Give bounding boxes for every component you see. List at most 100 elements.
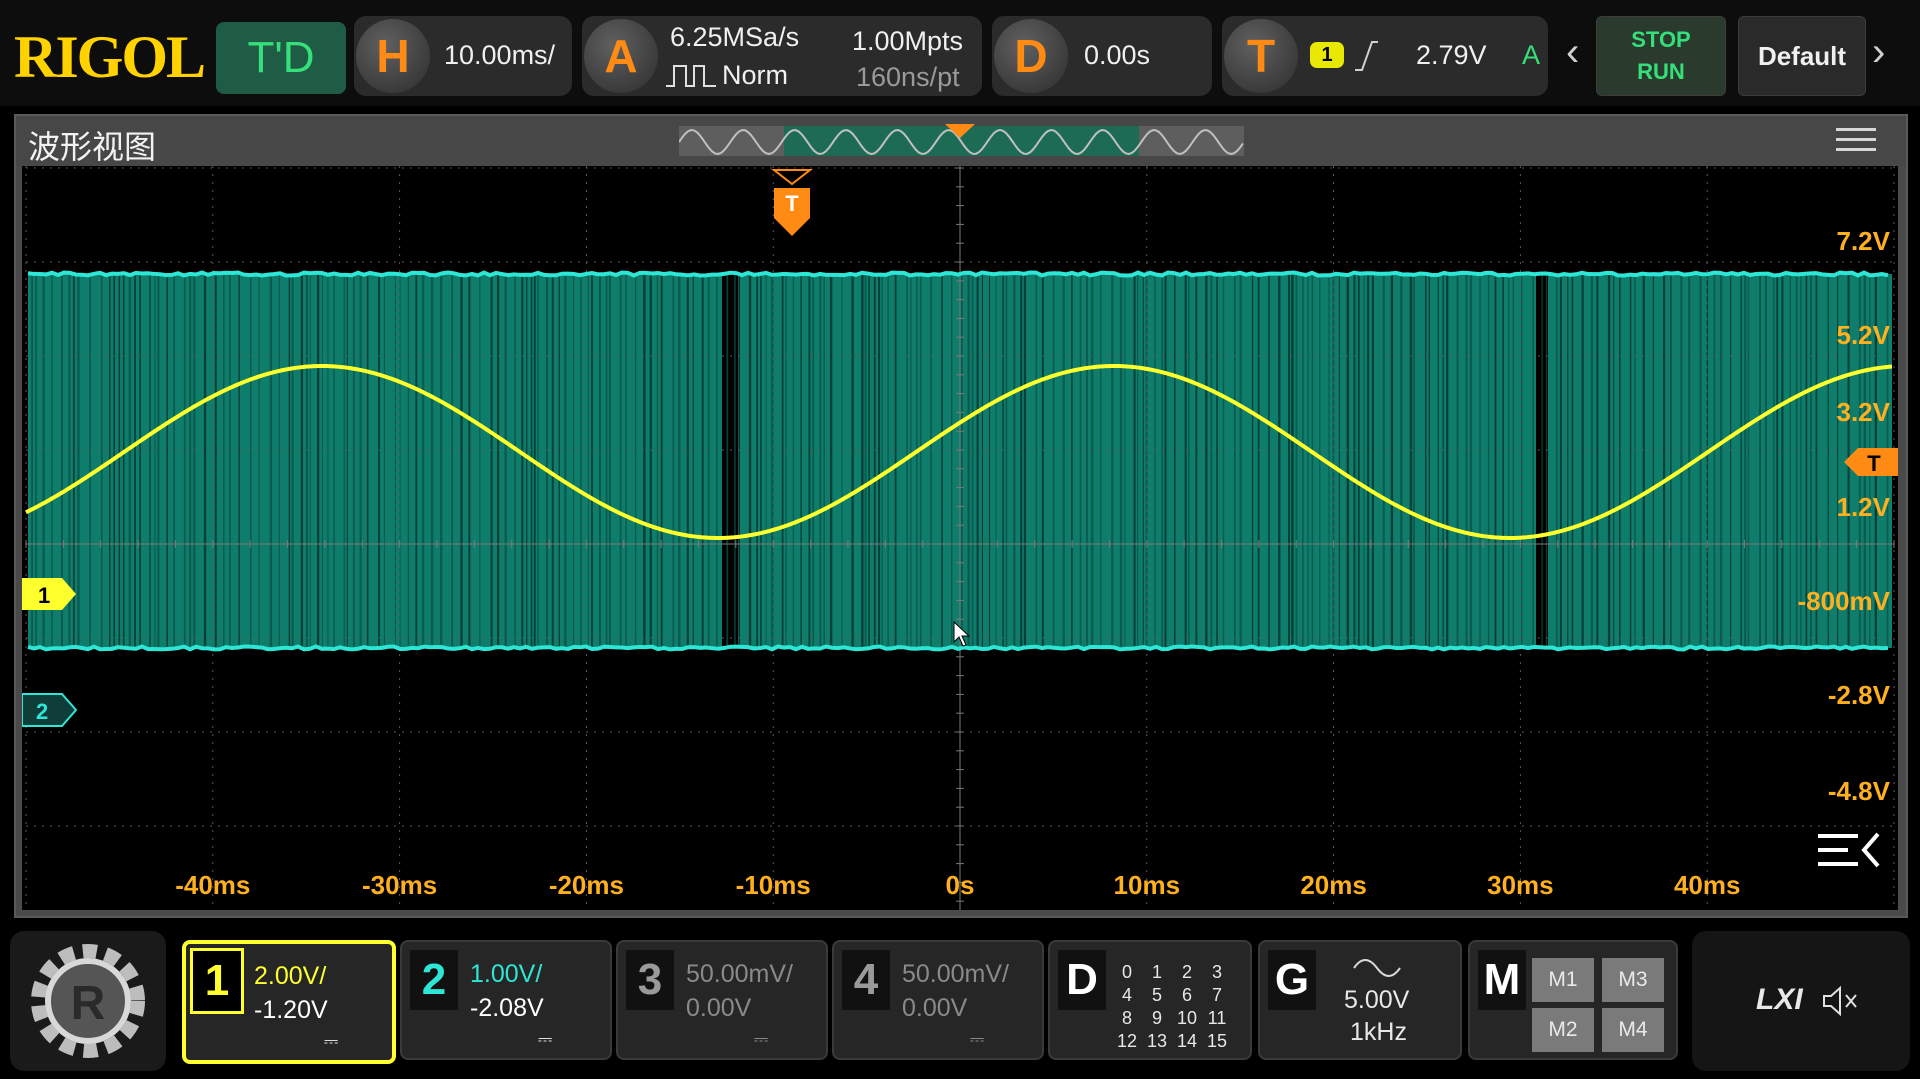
- ch4-number: 4: [842, 950, 890, 1010]
- memory-overview-bar[interactable]: [679, 124, 1244, 158]
- acquire-icon[interactable]: A: [584, 19, 658, 93]
- channel-2-panel[interactable]: 2 1.00V/ -2.08V ⎓: [400, 940, 612, 1060]
- delay-icon[interactable]: D: [994, 19, 1068, 93]
- collapse-menu-icon[interactable]: [1818, 832, 1880, 868]
- trigger-icon[interactable]: T: [1224, 19, 1298, 93]
- digital-bit: 15: [1206, 1031, 1228, 1051]
- timebase-value: 10.00ms/: [444, 40, 556, 70]
- horizontal-panel[interactable]: H 10.00ms/: [354, 16, 572, 96]
- y-axis-label: 1.2V: [1837, 492, 1891, 522]
- digital-bit: 9: [1151, 1008, 1162, 1028]
- trigger-time-marker[interactable]: T: [771, 169, 813, 236]
- digital-bit: 6: [1181, 985, 1192, 1005]
- ch2-scale: 1.00V/: [470, 960, 543, 988]
- acquire-mode-icon: [666, 65, 716, 87]
- ch3-offset: 0.00V: [686, 994, 752, 1022]
- y-axis-label: 5.2V: [1837, 320, 1891, 350]
- digital-bit: 5: [1151, 985, 1162, 1005]
- digital-bit: 10: [1176, 1008, 1198, 1028]
- sine-wave-icon: [1353, 959, 1401, 977]
- ch3-number: 3: [626, 950, 674, 1010]
- speaker-muted-icon[interactable]: [1820, 985, 1860, 1017]
- ch1-scale: 2.00V/: [254, 962, 327, 990]
- ch1-offset: -1.20V: [254, 996, 328, 1024]
- digital-bit: 3: [1211, 962, 1222, 982]
- y-axis-label: -4.8V: [1828, 776, 1891, 806]
- svg-text:1: 1: [38, 583, 50, 608]
- top-bar: RIGOL T'D H 10.00ms/ A 6.25MSa/s Norm 1.…: [0, 0, 1920, 106]
- memory-depth: 1.00Mpts: [852, 26, 964, 56]
- acquire-mode: Norm: [722, 60, 788, 90]
- ch4-scale: 50.00mV/: [902, 960, 1010, 988]
- svg-text:2: 2: [36, 699, 48, 724]
- trigger-level: 2.79V: [1416, 40, 1487, 70]
- x-axis-label: 20ms: [1300, 870, 1367, 900]
- y-axis-label: 7.2V: [1837, 226, 1891, 256]
- dc-coupling-icon: ⎓: [969, 1029, 985, 1049]
- svg-text:T: T: [785, 191, 799, 216]
- rising-edge-icon: [1355, 41, 1378, 71]
- chevron-left-icon[interactable]: ‹: [1566, 30, 1579, 75]
- digital-bit: 4: [1121, 985, 1132, 1005]
- run-label: RUN: [1637, 59, 1685, 84]
- channel-4-panel[interactable]: 4 50.00mV/ 0.00V ⎓: [832, 940, 1044, 1060]
- digital-bit: 13: [1146, 1031, 1168, 1051]
- y-axis-label: -2.8V: [1828, 680, 1891, 710]
- math-panel[interactable]: M M1 M3 M2 M4: [1468, 940, 1678, 1060]
- lxi-icon[interactable]: LXI: [1756, 983, 1803, 1017]
- delay-panel[interactable]: D 0.00s: [992, 16, 1212, 96]
- time-per-point: 160ns/pt: [856, 62, 960, 92]
- dc-coupling-icon: ⎓: [537, 1029, 553, 1049]
- math-m2-button[interactable]: M2: [1532, 1008, 1594, 1052]
- waveform-plot[interactable]: T T 1 2 7.2V 5.2V 3.2V 1.2V -800mV -2.8V -4.8V…: [21, 166, 1898, 921]
- home-button[interactable]: R: [10, 931, 166, 1071]
- digital-bit: 8: [1121, 1008, 1132, 1028]
- digital-bit: 7: [1211, 985, 1222, 1005]
- digital-bit: 2: [1181, 962, 1192, 982]
- digital-bit: 12: [1116, 1031, 1138, 1051]
- status-panel: LXI: [1692, 931, 1910, 1071]
- waveform-title: 波形视图: [28, 129, 157, 165]
- channel-3-panel[interactable]: 3 50.00mV/ 0.00V ⎓: [616, 940, 828, 1060]
- x-axis-label: -20ms: [549, 870, 624, 900]
- y-axis-label: -800mV: [1798, 586, 1891, 616]
- digital-panel[interactable]: D 0 1 2 3 4 5 6 7 8 9 10 11 12 13 14 15: [1048, 940, 1252, 1060]
- x-axis-label: -40ms: [175, 870, 250, 900]
- math-m3-button[interactable]: M3: [1602, 958, 1664, 1002]
- math-m1-button[interactable]: M1: [1532, 958, 1594, 1002]
- stop-label: STOP: [1631, 27, 1691, 52]
- dc-coupling-icon: ⎓: [323, 1031, 339, 1051]
- trigger-panel[interactable]: T 1 2.79V A: [1222, 16, 1548, 96]
- sample-rate: 6.25MSa/s: [670, 22, 800, 52]
- stop-run-button[interactable]: STOP RUN: [1596, 16, 1726, 96]
- default-button[interactable]: Default: [1738, 16, 1866, 96]
- waveform-canvas[interactable]: T T 1 2 7.2V 5.2V 3.2V 1.2V -800mV -2.8V -4.8V…: [21, 166, 1898, 921]
- gear-icon: R: [31, 944, 145, 1058]
- generator-panel[interactable]: G 5.00V 1kHz: [1258, 940, 1462, 1060]
- svg-text:R: R: [71, 977, 106, 1030]
- svg-text:T: T: [1867, 451, 1881, 476]
- ch3-scale: 50.00mV/: [686, 960, 794, 988]
- ch2-offset-marker[interactable]: 2: [21, 693, 78, 727]
- generator-amplitude: 5.00V: [1344, 986, 1410, 1014]
- chevron-right-icon[interactable]: ›: [1872, 30, 1885, 75]
- x-axis-label: 10ms: [1114, 870, 1181, 900]
- ch1-number: 1: [190, 948, 244, 1014]
- digital-bit: 1: [1151, 962, 1162, 982]
- channel-1-panel[interactable]: 1 2.00V/ -1.20V ⎓: [182, 940, 396, 1064]
- menu-icon[interactable]: [1836, 128, 1876, 154]
- trigger-sweep-mode: A: [1522, 40, 1541, 70]
- math-m4-button[interactable]: M4: [1602, 1008, 1664, 1052]
- x-axis-label: -30ms: [362, 870, 437, 900]
- x-axis-label: 0s: [946, 870, 975, 900]
- digital-bit: 0: [1121, 962, 1132, 982]
- ch2-offset: -2.08V: [470, 994, 544, 1022]
- digital-bit-grid: 0 1 2 3 4 5 6 7 8 9 10 11 12 13 14 15: [1112, 962, 1232, 1052]
- x-axis-label: 30ms: [1487, 870, 1554, 900]
- trigger-source-badge: 1: [1310, 42, 1344, 68]
- dc-coupling-icon: ⎓: [753, 1029, 769, 1049]
- digital-bit: 14: [1176, 1031, 1198, 1051]
- mode-button[interactable]: T'D: [216, 22, 346, 94]
- horizontal-icon[interactable]: H: [356, 19, 430, 93]
- acquire-panel[interactable]: A 6.25MSa/s Norm 1.00Mpts 160ns/pt: [582, 16, 982, 96]
